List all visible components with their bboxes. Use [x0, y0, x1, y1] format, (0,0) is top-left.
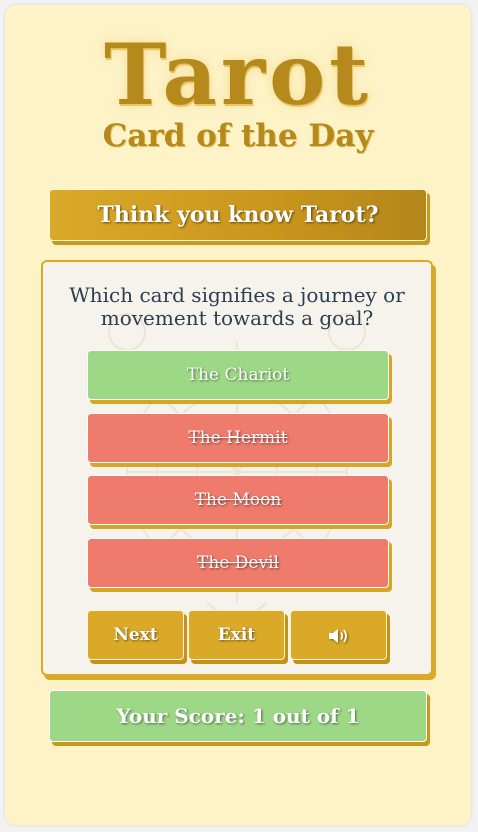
- app-container: Tarot Card of the Day Think you know Tar…: [5, 5, 471, 825]
- exit-button[interactable]: Exit: [188, 610, 285, 660]
- sound-button[interactable]: [290, 610, 387, 660]
- answer-button-moon[interactable]: The Moon: [87, 475, 389, 525]
- answer-button-hermit[interactable]: The Hermit: [87, 413, 389, 463]
- quiz-card: Which card signifies a journey or moveme…: [41, 260, 433, 676]
- question-text: Which card signifies a journey or moveme…: [69, 283, 405, 330]
- quiz-banner: Think you know Tarot?: [49, 189, 427, 241]
- app-logo: Tarot Card of the Day: [5, 25, 471, 154]
- answer-button-devil[interactable]: The Devil: [87, 538, 389, 588]
- app-title: Tarot: [104, 25, 372, 124]
- next-button[interactable]: Next: [87, 610, 184, 660]
- answer-button-chariot[interactable]: The Chariot: [87, 350, 389, 400]
- app-subtitle: Card of the Day: [102, 118, 374, 154]
- speaker-volume-icon: [328, 628, 347, 643]
- score-display: Your Score: 1 out of 1: [49, 690, 427, 742]
